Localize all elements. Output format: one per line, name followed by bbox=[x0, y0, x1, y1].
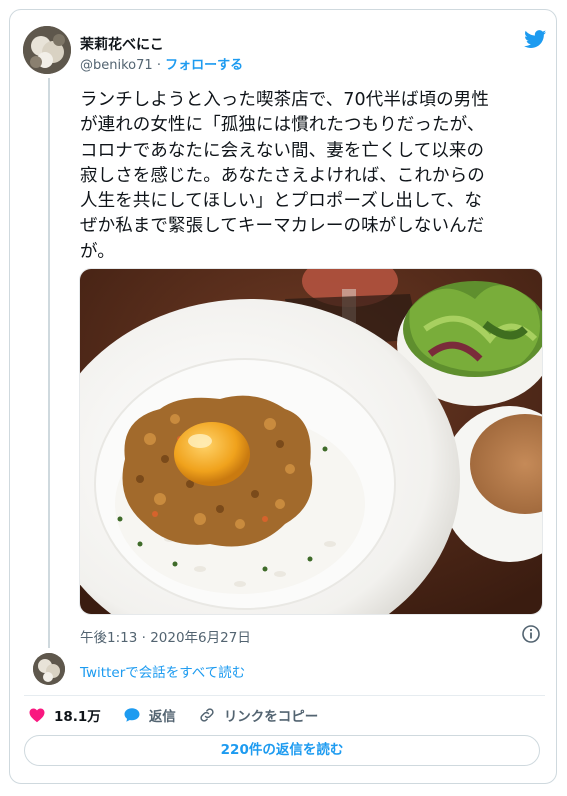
handle-separator: · bbox=[156, 58, 161, 73]
tweet-photo[interactable] bbox=[79, 268, 543, 615]
tweet-text-line: が。 bbox=[80, 241, 115, 262]
read-replies-button[interactable]: 220件の返信を読む bbox=[24, 735, 540, 766]
tweet-text-line: 人生を共にしてほしい」とプロポーズし出して、な bbox=[80, 191, 482, 212]
author-display-name[interactable]: 茉莉花べにこ bbox=[80, 34, 164, 54]
author-handle-row: @beniko71 · フォローする bbox=[80, 54, 243, 73]
heart-icon bbox=[29, 708, 45, 723]
divider bbox=[24, 695, 545, 696]
conversation-avatar[interactable] bbox=[33, 653, 65, 685]
reply-bubble-icon bbox=[124, 708, 140, 722]
follow-button[interactable]: フォローする bbox=[165, 58, 243, 73]
author-avatar[interactable] bbox=[23, 26, 71, 74]
tweet-text-line: ぜか私まで緊張してキーマカレーの味がしないんだ bbox=[80, 216, 485, 237]
tweet-text-line: コロナであなたに会えない間、妻を亡くして以来の bbox=[80, 140, 485, 161]
tweet-text-line: が連れの女性に「孤独には慣れたつもりだったが、 bbox=[80, 115, 485, 136]
info-icon[interactable] bbox=[521, 624, 541, 644]
read-conversation-link[interactable]: Twitterで会話をすべて読む bbox=[80, 661, 245, 681]
like-count: 18.1万 bbox=[54, 709, 101, 725]
copy-link-button[interactable]: リンクをコピー bbox=[198, 705, 319, 725]
tweet-text: ランチしようと入った喫茶店で、70代半ば頃の男性 が連れの女性に「孤独には慣れた… bbox=[80, 88, 540, 265]
tweet-text-line: ランチしようと入った喫茶店で、70代半ば頃の男性 bbox=[80, 90, 489, 110]
tweet-timestamp[interactable]: 午後1:13 · 2020年6月27日 bbox=[80, 626, 251, 646]
tweet-text-line: 寂しさを感じた。あなたさえよければ、これからの bbox=[80, 165, 485, 186]
thread-line bbox=[48, 78, 50, 648]
author-handle[interactable]: @beniko71 bbox=[80, 58, 153, 73]
like-button[interactable]: 18.1万 bbox=[28, 705, 101, 725]
copy-link-label: リンクをコピー bbox=[223, 709, 319, 725]
action-bar: 18.1万 返信 リンクをコピー bbox=[28, 704, 340, 726]
keema-curry-photo-icon bbox=[80, 269, 542, 614]
reply-button[interactable]: 返信 bbox=[123, 705, 176, 725]
twitter-bird-icon[interactable] bbox=[523, 28, 548, 50]
reply-label: 返信 bbox=[148, 709, 176, 725]
link-icon bbox=[200, 708, 214, 722]
